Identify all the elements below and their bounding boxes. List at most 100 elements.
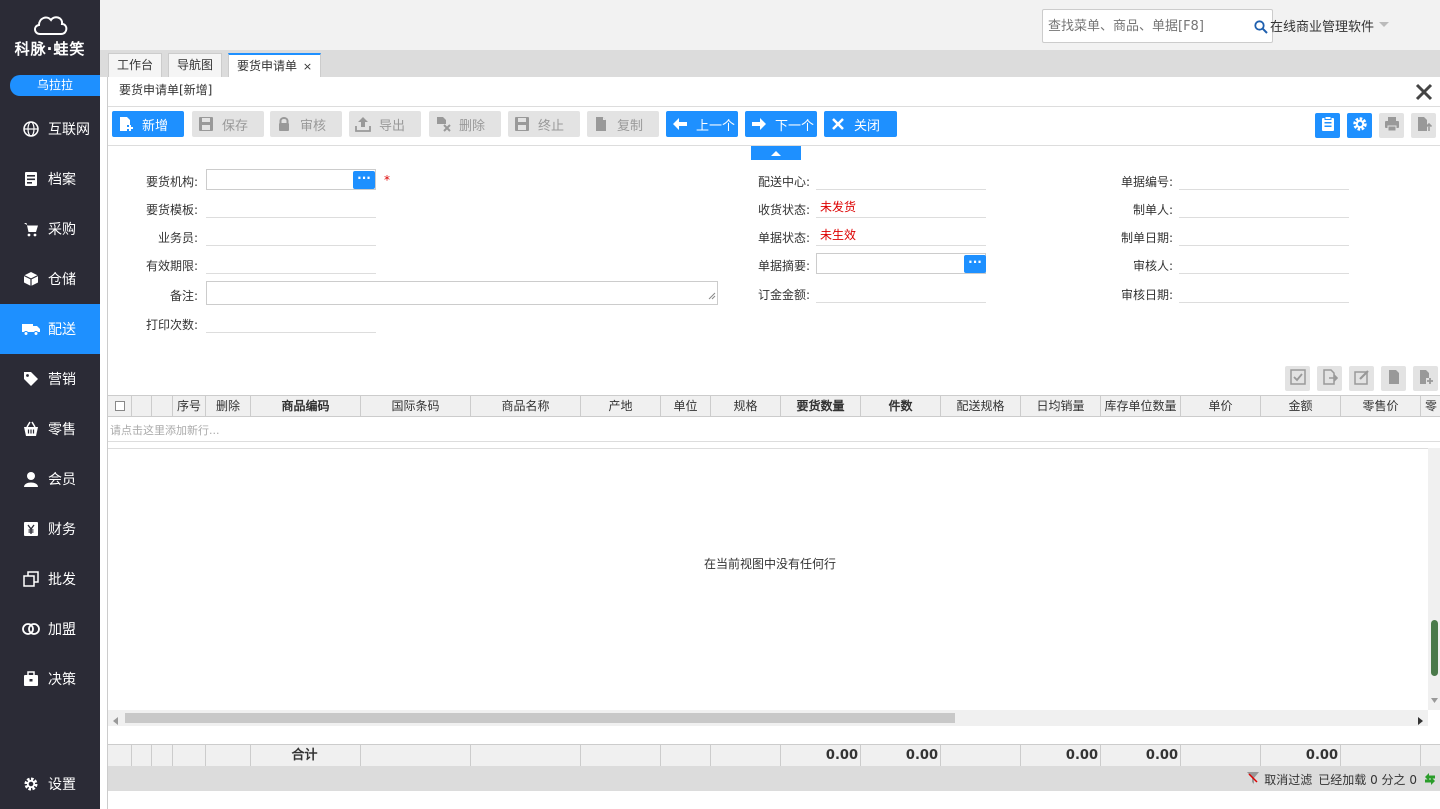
vertical-scroll-thumb[interactable] xyxy=(1431,620,1438,676)
col-header[interactable]: 要货数量 xyxy=(781,396,861,416)
col-header[interactable]: 零售价 xyxy=(1341,396,1421,416)
center-label: 配送中心: xyxy=(757,175,810,189)
horizontal-scrollbar[interactable] xyxy=(108,710,1428,726)
col-header[interactable]: 商品名称 xyxy=(471,396,581,416)
box-icon xyxy=(22,270,40,288)
app-window: 科脉·蛙笑 乌拉拉 互联网 档案 采购 仓储 配送 营销 零售 会员 财务 批发… xyxy=(0,0,1440,809)
company-menu[interactable]: 在线商业管理软件 xyxy=(1270,16,1390,35)
search-input[interactable] xyxy=(1043,10,1243,42)
cancel-filter-link[interactable]: 取消过滤 xyxy=(1264,771,1312,788)
col-header[interactable]: 件数 xyxy=(861,396,941,416)
remark-textarea[interactable] xyxy=(206,281,718,305)
refresh-icon[interactable] xyxy=(1423,772,1437,789)
collapse-form-button[interactable] xyxy=(751,146,801,160)
sidebar-item-retail[interactable]: 零售 xyxy=(0,404,100,454)
col-header[interactable]: 规格 xyxy=(711,396,781,416)
auditor-field xyxy=(1179,253,1349,274)
col-header[interactable]: 配送规格 xyxy=(941,396,1021,416)
scroll-left-icon[interactable] xyxy=(113,714,118,728)
add-row-hint[interactable]: 请点击这里添加新行... xyxy=(108,420,1440,442)
sum-cell xyxy=(152,745,173,766)
grid-copy-button[interactable] xyxy=(1381,366,1406,391)
sidebar-item-storage[interactable]: 仓储 xyxy=(0,254,100,304)
tab-workbench[interactable]: 工作台 xyxy=(108,53,163,77)
print-button[interactable] xyxy=(1379,113,1404,138)
grid-edit-button[interactable] xyxy=(1349,366,1374,391)
search-icon[interactable] xyxy=(1254,20,1268,37)
col-header[interactable]: 国际条码 xyxy=(361,396,471,416)
lock-icon xyxy=(276,116,292,132)
sidebar-item-finance[interactable]: 财务 xyxy=(0,504,100,554)
panel-close-icon[interactable] xyxy=(1414,82,1434,102)
sidebar-item-franchise[interactable]: 加盟 xyxy=(0,604,100,654)
user-badge[interactable]: 乌拉拉 xyxy=(10,75,100,96)
export-file-button[interactable] xyxy=(1411,113,1436,138)
panel-header: 要货申请单[新增] xyxy=(108,77,1440,107)
org-input[interactable] xyxy=(206,169,376,190)
prev-button[interactable]: 上一个 xyxy=(666,111,738,137)
empty-message: 在当前视图中没有任何行 xyxy=(704,557,837,571)
upload-icon xyxy=(355,116,371,132)
sidebar-item-member[interactable]: 会员 xyxy=(0,454,100,504)
sidebar-item-purchase[interactable]: 采购 xyxy=(0,204,100,254)
tab-requisition[interactable]: 要货申请单 × xyxy=(228,53,322,77)
template-field[interactable] xyxy=(206,197,376,218)
sidebar-item-label: 设置 xyxy=(48,777,76,793)
col-header[interactable]: 删除 xyxy=(206,396,251,416)
filter-off-icon[interactable] xyxy=(1246,771,1260,788)
clipboard-button[interactable] xyxy=(1315,113,1340,138)
salesman-label: 业务员: xyxy=(157,231,198,245)
make-date-field xyxy=(1179,225,1349,246)
stop-button[interactable]: 终止 xyxy=(508,111,580,137)
col-header[interactable]: 零 xyxy=(1421,396,1440,416)
close-button[interactable]: 关闭 xyxy=(824,111,897,137)
summary-picker-button[interactable]: ··· xyxy=(964,255,986,273)
import-icon xyxy=(1322,369,1338,388)
grid-check-button[interactable] xyxy=(1285,366,1310,391)
sidebar-item-distribution[interactable]: 配送 xyxy=(0,304,100,354)
select-all-checkbox[interactable] xyxy=(108,396,132,416)
logo-text: 科脉·蛙笑 xyxy=(14,40,86,58)
col-header[interactable]: 库存单位数量 xyxy=(1101,396,1181,416)
summary-input[interactable] xyxy=(816,253,986,274)
tab-label: 导航图 xyxy=(177,58,214,72)
col-header[interactable]: 产地 xyxy=(581,396,661,416)
grid-import-button[interactable] xyxy=(1317,366,1342,391)
new-label: 新增 xyxy=(142,118,169,134)
next-button[interactable]: 下一个 xyxy=(745,111,817,137)
col-header[interactable]: 商品编码 xyxy=(251,396,361,416)
horizontal-scroll-thumb[interactable] xyxy=(125,713,955,723)
new-button[interactable]: 新增 xyxy=(112,111,184,137)
sidebar-item-settings[interactable]: 设置 xyxy=(0,759,100,809)
delete-button[interactable]: 删除 xyxy=(429,111,501,137)
col-header[interactable]: 序号 xyxy=(173,396,206,416)
audit-button[interactable]: 审核 xyxy=(270,111,342,137)
tab-close-icon[interactable]: × xyxy=(303,60,312,73)
summary-row: 合计 0.00 0.00 0.00 0.00 0.00 xyxy=(108,744,1440,766)
grid-add-button[interactable] xyxy=(1413,366,1438,391)
col-header[interactable]: 单位 xyxy=(661,396,711,416)
org-picker-button[interactable]: ··· xyxy=(353,171,375,189)
scroll-down-icon[interactable] xyxy=(1431,692,1438,706)
settings-button[interactable] xyxy=(1347,113,1372,138)
col-header[interactable]: 单价 xyxy=(1181,396,1261,416)
save-button[interactable]: 保存 xyxy=(192,111,264,137)
col-header[interactable]: 金额 xyxy=(1261,396,1341,416)
sidebar-item-decision[interactable]: 决策 xyxy=(0,654,100,704)
col-header[interactable]: 日均销量 xyxy=(1021,396,1101,416)
sidebar-item-marketing[interactable]: 营销 xyxy=(0,354,100,404)
sum-cell xyxy=(661,745,711,766)
sidebar-item-internet[interactable]: 互联网 xyxy=(0,104,100,154)
vertical-scrollbar[interactable] xyxy=(1428,448,1440,710)
export-button[interactable]: 导出 xyxy=(349,111,421,137)
sum-label: 合计 xyxy=(251,745,361,766)
scroll-right-icon[interactable] xyxy=(1418,714,1423,728)
copy-button[interactable]: 复制 xyxy=(587,111,659,137)
tab-navigation-map[interactable]: 导航图 xyxy=(168,53,223,77)
salesman-field[interactable] xyxy=(206,225,376,246)
tab-label: 要货申请单 xyxy=(237,59,298,73)
copy-icon xyxy=(22,570,40,588)
valid-period-field[interactable] xyxy=(206,253,376,274)
sidebar-item-archive[interactable]: 档案 xyxy=(0,154,100,204)
sidebar-item-wholesale[interactable]: 批发 xyxy=(0,554,100,604)
